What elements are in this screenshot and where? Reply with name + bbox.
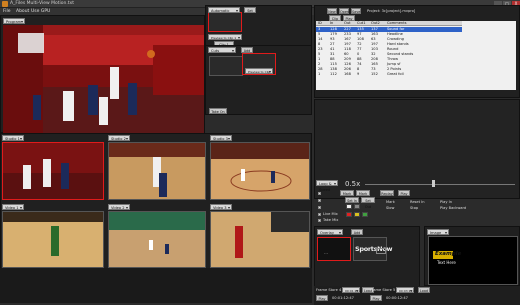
- swatch-green[interactable]: [362, 212, 368, 217]
- video-2-view[interactable]: [108, 211, 206, 268]
- clip2-preview-a[interactable]: [209, 56, 243, 76]
- mark-out-button[interactable]: Mark Out: [356, 190, 370, 202]
- check-ch3[interactable]: [318, 206, 321, 209]
- project-label: Project: 3c[project].mvpro]: [367, 9, 416, 13]
- take-mix-label: Take Mix: [323, 218, 339, 222]
- app-icon: [2, 1, 8, 7]
- open-button[interactable]: Open: [339, 8, 349, 14]
- dsk-title: Example: [435, 251, 462, 257]
- new-button[interactable]: New: [327, 8, 337, 14]
- take-on-button[interactable]: Take On: [209, 108, 227, 114]
- frame-store-left-label: Frame Store 4: [316, 288, 342, 292]
- overlay-dots: …: [324, 250, 328, 255]
- video-2-select[interactable]: Video 2: [108, 204, 130, 211]
- speed-slider-handle[interactable]: [432, 180, 435, 187]
- overlay-marker: [376, 248, 386, 254]
- frame-store-right-play[interactable]: Play: [370, 295, 382, 301]
- set-out-button[interactable]: Set Out: [361, 197, 375, 209]
- radio-play-backward[interactable]: Play Backward: [440, 206, 466, 210]
- studio-3-view[interactable]: [210, 142, 310, 200]
- table-cell: 1: [318, 72, 321, 76]
- check-live-mix[interactable]: [318, 213, 321, 216]
- clip1-target-select[interactable]: Preview to Clip 1: [208, 34, 242, 41]
- check-ch1[interactable]: [318, 192, 321, 195]
- replay-button[interactable]: Replay: [380, 190, 394, 196]
- studio-3-select[interactable]: Studio 3: [210, 135, 232, 142]
- table-cell: 168: [344, 72, 351, 76]
- live-mix-label: Live Mix: [323, 212, 338, 216]
- court-image: [109, 143, 205, 199]
- dsk-subtitle: Text Here: [437, 260, 456, 265]
- dsk-preview[interactable]: Example Text Here: [428, 236, 518, 285]
- radio-reset-in[interactable]: Reset In: [410, 200, 425, 204]
- player-image: [3, 212, 103, 267]
- speed-value: 0.5x: [345, 180, 361, 188]
- program-panel: Program: [0, 15, 205, 133]
- studio-1-view[interactable]: [2, 142, 104, 200]
- radio-mark[interactable]: Mark: [386, 200, 395, 204]
- menu-about[interactable]: About: [16, 9, 29, 14]
- set-in-button[interactable]: Set In: [345, 197, 359, 203]
- video-3-view[interactable]: [210, 211, 310, 268]
- swatch-yellow[interactable]: [354, 212, 360, 217]
- table-cell: 9: [357, 72, 360, 76]
- overhead-court-image: [109, 212, 205, 267]
- studio-1-select[interactable]: Studio 1: [2, 135, 24, 142]
- clip1-set-button[interactable]: Set: [244, 7, 256, 13]
- program-video[interactable]: [3, 25, 204, 133]
- swatch-white[interactable]: [346, 204, 352, 209]
- clip1-mode-select[interactable]: Automatic: [208, 7, 240, 14]
- clip-table: ID In Out Cut1 Out2 Comments 3 128 227 135 1…: [316, 21, 516, 90]
- table-header: ID In Out Cut1 Out2 Comments: [316, 21, 462, 26]
- radio-play-in[interactable]: Play In: [440, 200, 452, 204]
- right-timecode: 00:00:12:47: [386, 296, 408, 300]
- video-1-view[interactable]: [2, 211, 104, 268]
- overlay-add-button[interactable]: Add: [351, 229, 363, 235]
- clip2-target-select[interactable]: Preview to Clip 2: [245, 68, 273, 80]
- table-cell: Great foil: [387, 72, 404, 76]
- window-title: A_Files Multi-View Motion.txt: [10, 1, 74, 6]
- table-cell: 152: [371, 72, 378, 76]
- play-button[interactable]: Play: [398, 190, 410, 196]
- program-source-select[interactable]: Program: [3, 18, 25, 25]
- video-grid-footer: [0, 268, 312, 303]
- left-timecode: 00:01:12:47: [332, 296, 354, 300]
- speed-select[interactable]: Loop & Speed: [316, 180, 338, 192]
- radio-slow[interactable]: Slow: [386, 206, 394, 210]
- overlay-preview-1[interactable]: …: [317, 237, 351, 261]
- menu-use-gpu[interactable]: Use GPU: [31, 9, 50, 14]
- frame-store-right-load[interactable]: Load: [418, 287, 430, 293]
- swatch-grey[interactable]: [354, 204, 360, 209]
- save-button[interactable]: Save: [351, 8, 361, 14]
- table-cell: 112: [330, 72, 337, 76]
- swatch-red[interactable]: [346, 212, 352, 217]
- basketball-program-image: [3, 25, 204, 133]
- closeup-image: [211, 212, 309, 267]
- sportsnow-logo: SportsNow: [355, 245, 393, 253]
- video-1-select[interactable]: Video 1: [2, 204, 24, 211]
- court-wide-image: [211, 143, 309, 199]
- mark-in-button[interactable]: Mark In: [340, 190, 354, 202]
- table-row[interactable]: 1 112 168 9 152 Great foil: [316, 72, 462, 77]
- clip1-preview[interactable]: [208, 12, 242, 32]
- clip2-panel: Cuts Add Preview to Clip 2 Take On: [205, 45, 312, 115]
- clip1-panel: Automatic Set Preview to Clip 1 Clip 1: [205, 5, 312, 50]
- radio-stop[interactable]: Stop: [410, 206, 418, 210]
- dsk-select[interactable]: Image: [427, 229, 449, 236]
- frame-store-left-time[interactable]: 00:01:12:47: [342, 287, 363, 294]
- clip2-mode-select[interactable]: Cuts: [208, 47, 236, 54]
- check-ch2[interactable]: [318, 199, 321, 202]
- menu-file[interactable]: File: [3, 9, 11, 14]
- overlay-select[interactable]: Overlay Solo: [317, 229, 343, 241]
- studio-2-view[interactable]: [108, 142, 206, 200]
- dsk-panel: Image Example Text Here: [424, 226, 520, 286]
- crowd-image: [3, 143, 103, 199]
- check-take-mix[interactable]: [318, 219, 321, 222]
- video-3-select[interactable]: Video 3: [210, 204, 232, 211]
- speed-slider-track[interactable]: [365, 184, 515, 185]
- frame-store-right-time[interactable]: 00:03:12:47: [396, 287, 417, 294]
- frame-store-left-play[interactable]: Play: [316, 295, 328, 301]
- studio-2-select[interactable]: Studio 2: [108, 135, 130, 142]
- frame-store-right-label: Frame Store 5: [370, 288, 396, 292]
